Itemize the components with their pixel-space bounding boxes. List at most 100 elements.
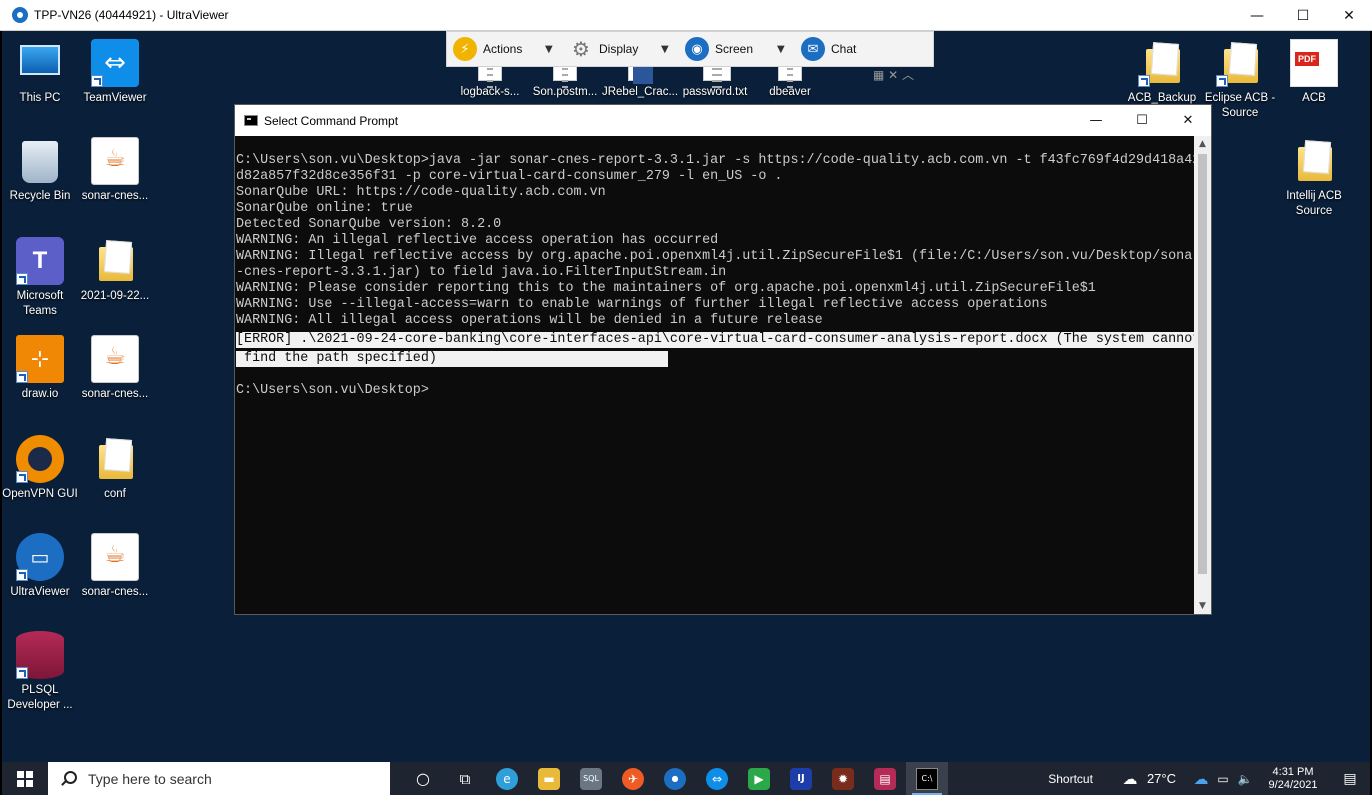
- cmd-titlebar[interactable]: Select Command Prompt — ☐ ✕: [235, 105, 1211, 136]
- taskbar-cortana[interactable]: ○: [402, 762, 444, 795]
- cmd-output[interactable]: C:\Users\son.vu\Desktop>java -jar sonar-…: [235, 136, 1201, 614]
- desktop-icon-sonar-cnes-3[interactable]: ☕ sonar-cnes...: [77, 533, 153, 600]
- scroll-up-icon[interactable]: ▲: [1194, 136, 1211, 152]
- cmd-line: WARNING: Illegal reflective access by or…: [236, 249, 1201, 264]
- desktop-icon-openvpn[interactable]: OpenVPN GUI: [2, 435, 78, 502]
- cmd-title: Select Command Prompt: [264, 113, 399, 128]
- desktop-icon-ultraviewer[interactable]: ▭ UltraViewer: [2, 533, 78, 600]
- cloud-icon[interactable]: ☁: [1190, 762, 1212, 795]
- desktop-icon-folder-conf[interactable]: conf: [77, 435, 153, 502]
- toolbar-actions[interactable]: ⚡ Actions ▼: [447, 31, 563, 67]
- cmd-line: -cnes-report-3.3.1.jar) to field java.io…: [236, 265, 727, 280]
- desktop-icon-plsql-developer[interactable]: PLSQL Developer ...: [2, 631, 78, 713]
- taskbar-search[interactable]: Type here to search: [48, 762, 390, 795]
- desktop-icon-acb-pdf[interactable]: ACB: [1276, 39, 1352, 106]
- system-tray: Shortcut ☁ 27°C ☁ ▭ 🔈 4:31 PM 9/24/2021 …: [1048, 762, 1370, 795]
- volume-icon[interactable]: 🔈: [1234, 762, 1256, 795]
- windows-logo-icon: [17, 770, 33, 787]
- ultraviewer-titlebar[interactable]: TPP-VN26 (40444921) - UltraViewer — ☐ ✕: [0, 0, 1372, 31]
- search-placeholder: Type here to search: [88, 770, 212, 787]
- toolbar-display[interactable]: ⚙ Display ▼: [563, 31, 679, 67]
- clock[interactable]: 4:31 PM 9/24/2021: [1256, 766, 1330, 792]
- desktop-icon-recycle-bin[interactable]: Recycle Bin: [2, 137, 78, 204]
- taskbar-postman[interactable]: ✈: [612, 762, 654, 795]
- cmd-line: SonarQube online: true: [236, 201, 413, 216]
- cmd-selected-error-line[interactable]: [ERROR] .\2021-09-24-core-banking\core-i…: [236, 332, 1201, 348]
- taskbar-teamviewer[interactable]: ⇔: [696, 762, 738, 795]
- shortcut-label[interactable]: Shortcut: [1048, 772, 1093, 786]
- play-icon: ▶: [748, 767, 770, 790]
- notification-icon[interactable]: ▤: [1330, 762, 1370, 795]
- network-icon[interactable]: ▭: [1212, 762, 1234, 795]
- taskbar-cmd[interactable]: C:\: [906, 762, 948, 795]
- weather-icon: ☁: [1122, 769, 1138, 788]
- cmd-line: C:\Users\son.vu\Desktop>java -jar sonar-…: [236, 153, 1201, 168]
- cmd-maximize-button[interactable]: ☐: [1119, 105, 1165, 136]
- close-button[interactable]: ✕: [1326, 0, 1372, 31]
- lightning-icon: ⚡: [453, 37, 477, 61]
- cmd-line: Detected SonarQube version: 8.2.0: [236, 217, 502, 232]
- toolbar-screen[interactable]: ◉ Screen ▼: [679, 31, 795, 67]
- desktop-icon-sonar-cnes-2[interactable]: ☕ sonar-cnes...: [77, 335, 153, 402]
- cmd-line: d82a857f32d8ce356f31 -p core-virtual-car…: [236, 169, 783, 184]
- teams-icon: T: [16, 237, 64, 285]
- computer-icon: [16, 39, 64, 87]
- folder-icon: [1138, 39, 1186, 87]
- toolbar-chat[interactable]: ✉ Chat: [795, 31, 893, 67]
- java-icon: ☕: [91, 533, 139, 581]
- taskbar-maps[interactable]: ●: [654, 762, 696, 795]
- weather-temperature[interactable]: 27°C: [1147, 771, 1176, 786]
- recycle-bin-icon: [16, 137, 64, 185]
- gear-icon: ⚙: [572, 37, 590, 61]
- command-prompt-window[interactable]: Select Command Prompt — ☐ ✕ C:\Users\son…: [234, 104, 1212, 615]
- taskbar-edge[interactable]: e: [486, 762, 528, 795]
- search-icon: [60, 770, 77, 787]
- chevron-down-icon[interactable]: ▼: [661, 44, 679, 55]
- ultraviewer-icon: [12, 7, 28, 23]
- cmd-line: SonarQube URL: https://code-quality.acb.…: [236, 185, 606, 200]
- desktop-icon-this-pc[interactable]: This PC: [2, 39, 78, 106]
- taskbar-file-explorer[interactable]: ▬: [528, 762, 570, 795]
- scroll-down-icon[interactable]: ▼: [1194, 598, 1211, 614]
- location-pin-icon: ●: [664, 767, 686, 790]
- chevron-down-icon[interactable]: ▼: [545, 44, 563, 55]
- postman-icon: ✈: [622, 767, 644, 790]
- desktop-icon-acb-backup[interactable]: ACB_Backup: [1124, 39, 1200, 106]
- ultraviewer-toolbar: ⚡ Actions ▼ ⚙ Display ▼ ◉ Screen ▼ ✉ Cha…: [446, 31, 934, 82]
- toolbar-mini-controls[interactable]: ▦ ✕ ︿: [873, 66, 914, 83]
- chevron-down-icon[interactable]: ▼: [777, 44, 795, 55]
- cmd-selected-error-line[interactable]: find the path specified): [236, 351, 668, 367]
- desktop-icon-sonar-cnes-1[interactable]: ☕ sonar-cnes...: [77, 137, 153, 204]
- minimize-button[interactable]: —: [1234, 0, 1280, 31]
- scrollbar-thumb[interactable]: [1198, 154, 1207, 574]
- taskbar-game[interactable]: ✹: [822, 762, 864, 795]
- teamviewer-icon: ⇔: [706, 767, 728, 790]
- desktop-icon-drawio[interactable]: ⊹ draw.io: [2, 335, 78, 402]
- desktop-icon-microsoft-teams[interactable]: T Microsoft Teams: [2, 237, 78, 319]
- desktop-icon-intellij-acb-source[interactable]: Intellij ACB Source: [1276, 137, 1352, 219]
- taskbar-task-view[interactable]: ⧉: [444, 762, 486, 795]
- task-view-icon: ⧉: [459, 769, 471, 788]
- cmd-close-button[interactable]: ✕: [1165, 105, 1211, 136]
- cmd-minimize-button[interactable]: —: [1073, 105, 1119, 136]
- start-button[interactable]: [2, 762, 48, 795]
- taskbar-media[interactable]: ▶: [738, 762, 780, 795]
- java-icon: ☕: [91, 137, 139, 185]
- taskbar-intellij[interactable]: IJ: [780, 762, 822, 795]
- openvpn-icon: [16, 435, 64, 483]
- cmd-prompt[interactable]: C:\Users\son.vu\Desktop>: [236, 383, 1195, 399]
- taskbar-database[interactable]: ▤: [864, 762, 906, 795]
- cmd-scrollbar[interactable]: ▲ ▼: [1194, 136, 1211, 614]
- pdf-icon: [1290, 39, 1338, 87]
- taskbar-sql[interactable]: SQL: [570, 762, 612, 795]
- cortana-icon: ○: [416, 769, 430, 788]
- edge-icon: e: [496, 767, 518, 790]
- game-icon: ✹: [832, 767, 854, 790]
- desktop-icon-teamviewer[interactable]: ⇔ TeamViewer: [77, 39, 153, 106]
- folder-icon: [1290, 137, 1338, 185]
- cmd-line: WARNING: An illegal reflective access op…: [236, 233, 719, 248]
- maximize-button[interactable]: ☐: [1280, 0, 1326, 31]
- desktop-icon-eclipse-acb-source[interactable]: Eclipse ACB - Source: [1202, 39, 1278, 121]
- desktop-icon-folder-2021-09-22[interactable]: 2021-09-22...: [77, 237, 153, 304]
- folder-icon: [91, 435, 139, 483]
